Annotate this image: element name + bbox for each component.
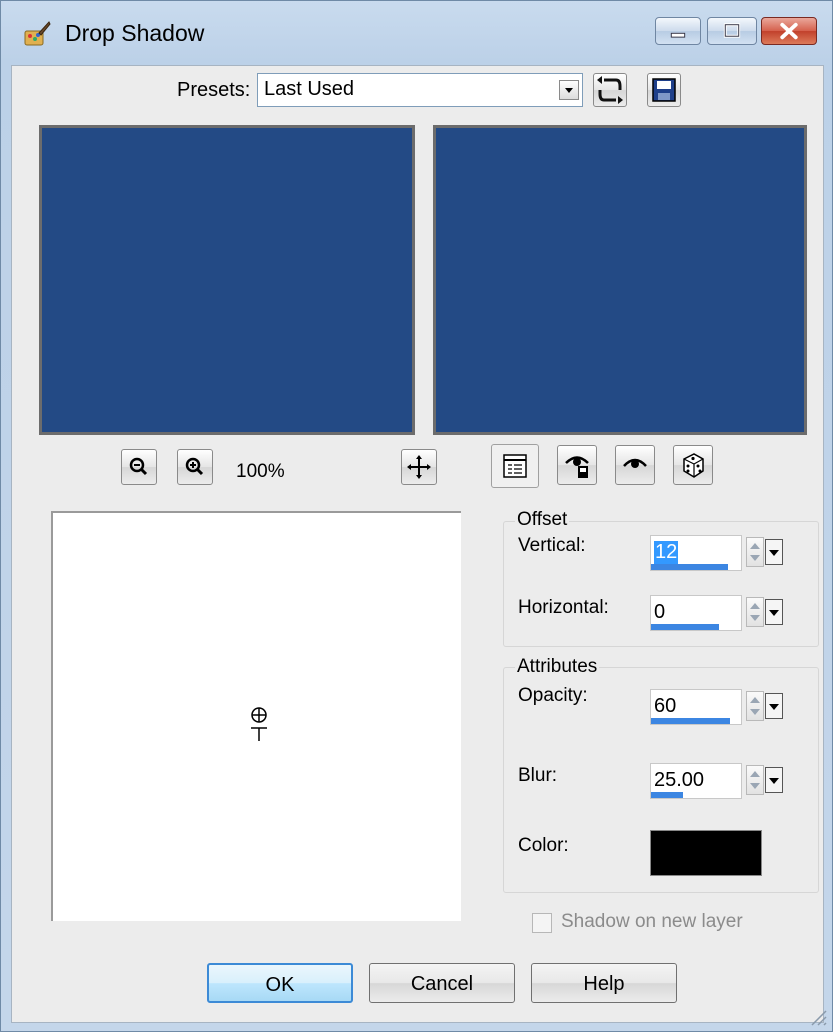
preview-icon [623, 458, 647, 468]
zoom-in-button[interactable] [177, 449, 213, 485]
zoom-out-button[interactable] [121, 449, 157, 485]
spin-up-down-icon [750, 543, 760, 561]
opacity-slider-bar[interactable] [651, 718, 731, 724]
proof-button[interactable] [491, 444, 539, 488]
chevron-down-icon [565, 88, 573, 93]
vertical-value: 12 [654, 541, 679, 564]
chevron-down-icon [769, 550, 779, 556]
attributes-group-title: Attributes [515, 656, 600, 678]
maximize-button[interactable] [707, 17, 757, 45]
result-preview[interactable] [433, 125, 807, 435]
reset-preset-button[interactable] [593, 73, 627, 107]
blur-label: Blur: [518, 765, 558, 786]
vertical-label: Vertical: [518, 535, 586, 556]
horizontal-value: 0 [654, 601, 666, 623]
chevron-down-icon [769, 778, 779, 784]
window-title: Drop Shadow [65, 20, 205, 46]
offset-group-title: Offset [515, 509, 570, 531]
cancel-button[interactable]: Cancel [369, 963, 515, 1003]
opacity-field[interactable]: 60 [650, 689, 742, 725]
offset-crosshair-icon[interactable] [245, 701, 273, 745]
maximize-icon [723, 23, 741, 38]
close-icon [780, 22, 798, 40]
close-button[interactable] [761, 17, 817, 45]
shadow-on-new-layer-label: Shadow on new layer [561, 911, 743, 932]
shadow-color-swatch[interactable] [650, 830, 762, 876]
ok-button[interactable]: OK [207, 963, 353, 1003]
randomize-icon [683, 453, 704, 478]
blur-spinner[interactable] [746, 765, 764, 795]
horizontal-slider-bar[interactable] [651, 624, 720, 630]
vertical-spinner[interactable] [746, 537, 764, 567]
pan-icon [407, 455, 431, 479]
horizontal-spinner[interactable] [746, 597, 764, 627]
presets-dropdown[interactable]: Last Used [257, 73, 583, 107]
vertical-dropdown[interactable] [765, 539, 783, 565]
drop-shadow-dialog: Drop Shadow Presets: Last Used 100% Offs… [0, 0, 833, 1032]
randomize-button[interactable] [673, 445, 713, 485]
opacity-label: Opacity: [518, 685, 588, 706]
opacity-spinner[interactable] [746, 691, 764, 721]
proof-icon [503, 454, 527, 478]
auto-proof-button[interactable] [557, 445, 597, 485]
chevron-down-icon [769, 610, 779, 616]
minimize-icon [670, 32, 686, 38]
opacity-value: 60 [654, 695, 677, 717]
spin-up-down-icon [750, 603, 760, 621]
blur-dropdown[interactable] [765, 767, 783, 793]
paintbrush-app-icon [24, 21, 51, 46]
presets-label: Presets: [177, 79, 251, 101]
pan-button[interactable] [401, 449, 437, 485]
auto-proof-icon [565, 456, 589, 478]
title-bar[interactable]: Drop Shadow [1, 1, 833, 65]
help-button[interactable]: Help [531, 963, 677, 1003]
blur-field[interactable]: 25.00 [650, 763, 742, 799]
horizontal-dropdown[interactable] [765, 599, 783, 625]
spin-up-down-icon [750, 771, 760, 789]
save-icon [652, 78, 676, 102]
save-preset-button[interactable] [647, 73, 681, 107]
horizontal-label: Horizontal: [518, 597, 609, 618]
presets-dropdown-arrow[interactable] [559, 80, 579, 100]
presets-value: Last Used [264, 78, 355, 100]
vertical-slider-bar[interactable] [651, 564, 728, 570]
spin-up-down-icon [750, 697, 760, 715]
zoom-level: 100% [236, 461, 285, 482]
zoom-out-icon [129, 457, 148, 476]
opacity-dropdown[interactable] [765, 693, 783, 719]
color-label: Color: [518, 835, 569, 856]
vertical-field[interactable]: 12 [650, 535, 742, 571]
reset-icon [597, 76, 623, 104]
chevron-down-icon [769, 704, 779, 710]
horizontal-field[interactable]: 0 [650, 595, 742, 631]
blur-value: 25.00 [654, 769, 705, 791]
original-preview[interactable] [39, 125, 415, 435]
blur-slider-bar[interactable] [651, 792, 684, 798]
shadow-on-new-layer-checkbox[interactable] [532, 913, 552, 933]
resize-grip-icon[interactable] [806, 1005, 828, 1027]
zoom-in-icon [185, 457, 204, 476]
minimize-button[interactable] [655, 17, 701, 45]
preview-button[interactable] [615, 445, 655, 485]
